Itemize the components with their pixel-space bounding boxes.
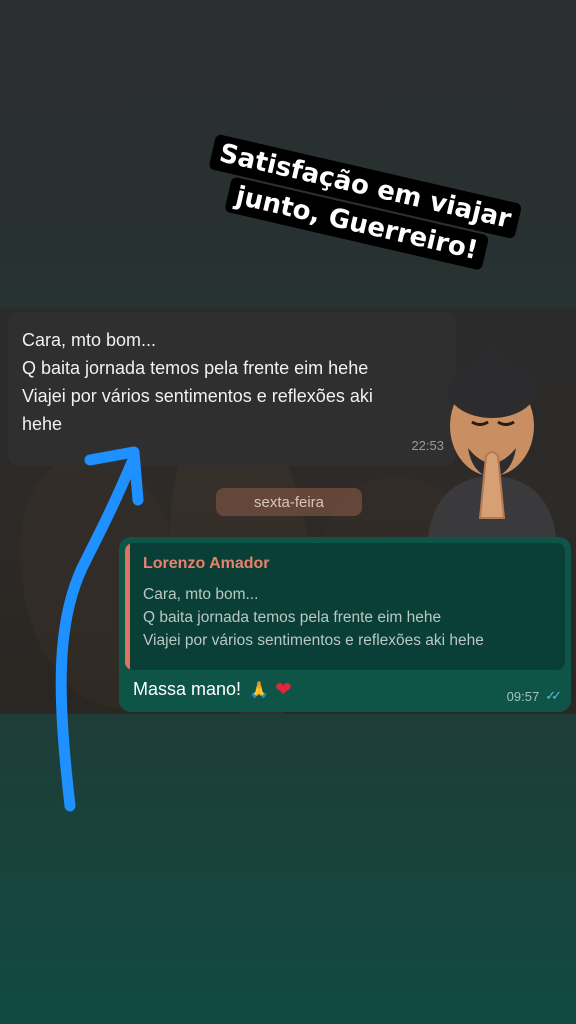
folded-hands-icon: 🙏 <box>249 681 269 699</box>
avatar-bun <box>478 348 506 376</box>
quoted-author: Lorenzo Amador <box>143 555 270 572</box>
message-time: 09:57 <box>506 688 540 704</box>
quoted-message[interactable]: Lorenzo Amador Cara, mto bom... Q baita … <box>125 543 565 670</box>
memoji-avatar <box>428 348 556 538</box>
message-meta: 09:57 ✓✓ <box>506 688 562 704</box>
quoted-line: Q baita jornada temos pela frente eim he… <box>143 609 442 626</box>
red-heart-icon: ❤ <box>274 679 292 701</box>
message-line: Cara, mto bom... <box>22 330 157 350</box>
quoted-line: Viajei por vários sentimentos e reflexõe… <box>143 632 484 649</box>
double-check-read-icon: ✓✓ <box>545 688 562 703</box>
message-line: hehe <box>22 414 63 434</box>
text-sticker: Satisfação em viajar junto, Guerreiro! <box>192 131 531 279</box>
reply-text-row: Massa mano! 🙏 ❤ <box>133 677 292 702</box>
message-line: Q baita jornada temos pela frente eim he… <box>22 358 369 378</box>
quote-bar <box>125 543 130 670</box>
message-line: Viajei por vários sentimentos e reflexõe… <box>22 386 373 406</box>
incoming-message-bubble[interactable]: Cara, mto bom... Q baita jornada temos p… <box>8 312 456 466</box>
reply-text: Massa mano! <box>133 679 242 699</box>
quoted-line: Cara, mto bom... <box>143 586 259 603</box>
date-separator: sexta-feira <box>216 488 362 516</box>
outgoing-message-bubble[interactable]: Lorenzo Amador Cara, mto bom... Q baita … <box>119 537 571 712</box>
sticker-text: Satisfação em viajar junto, Guerreiro! <box>208 133 523 271</box>
